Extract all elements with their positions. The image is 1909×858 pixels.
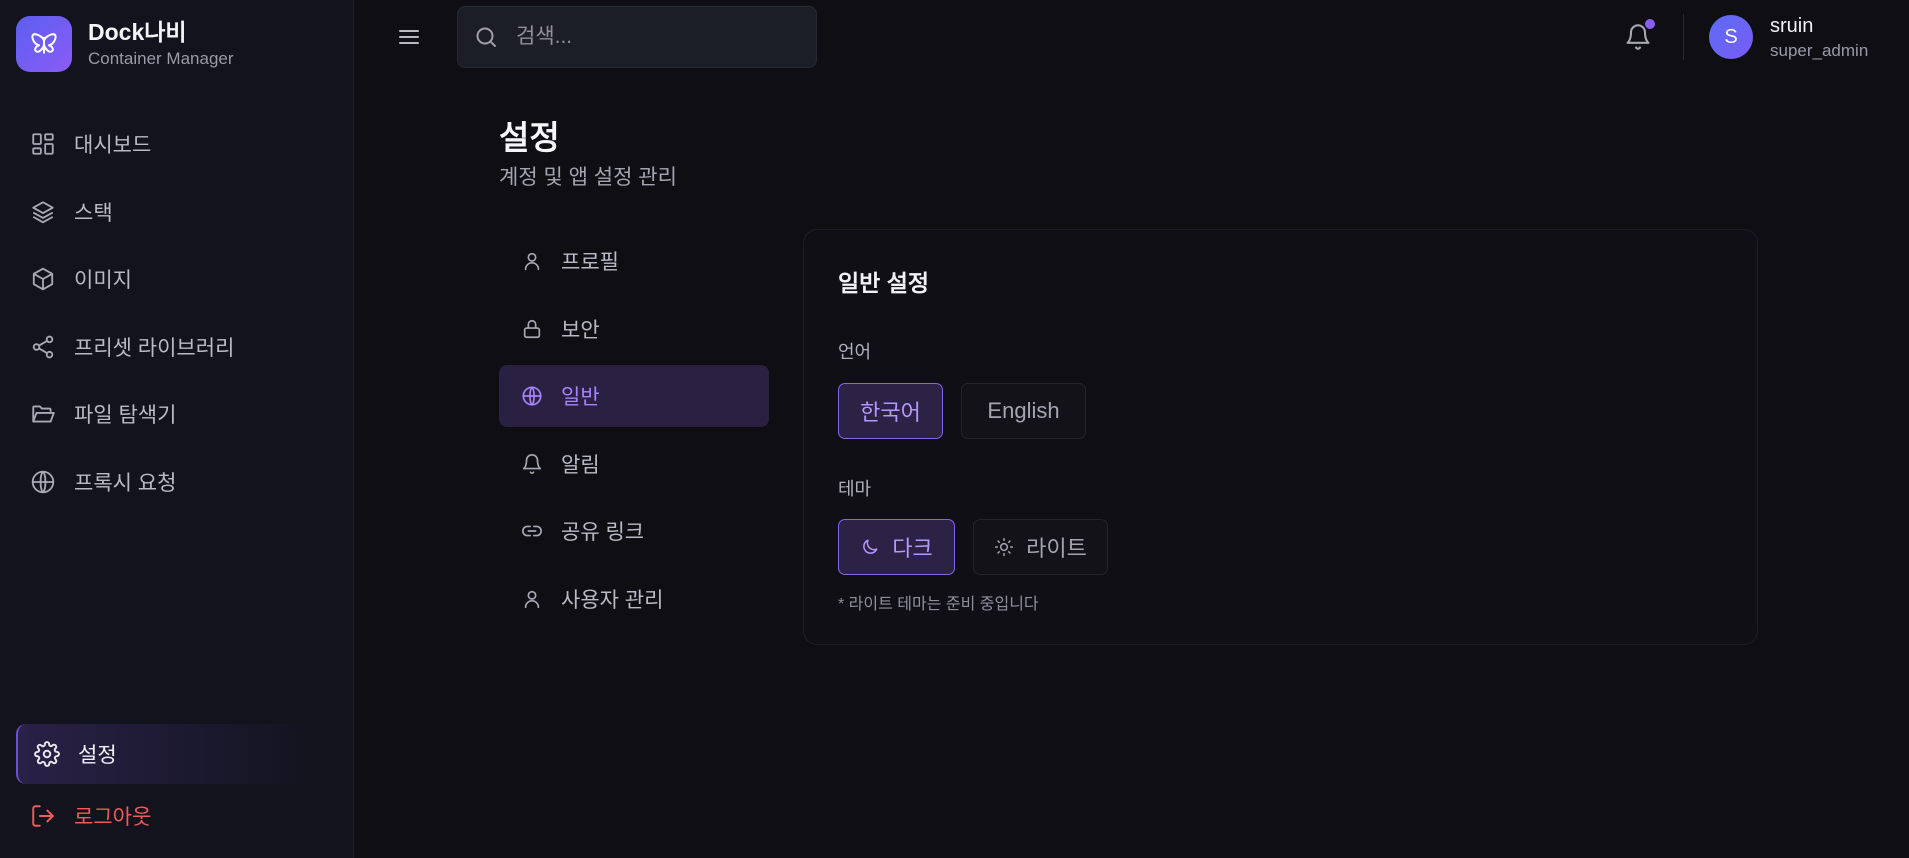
search-icon: [474, 25, 498, 49]
user-name[interactable]: sruin: [1770, 14, 1813, 38]
butterfly-logo-icon: [16, 16, 72, 72]
settings-tab-label: 공유 링크: [561, 521, 645, 544]
sidebar-item-dashboard[interactable]: 대시보드: [16, 114, 336, 174]
menu-toggle-icon[interactable]: [397, 25, 421, 49]
sidebar-item-label: 프리셋 라이브러리: [74, 336, 235, 360]
settings-tab-notifications[interactable]: 알림: [499, 433, 769, 495]
settings-nav: 프로필 보안 일반 알림 공유 링크 사용자 관리: [499, 230, 769, 635]
option-label: 한국어: [860, 400, 921, 425]
link-icon: [521, 520, 543, 542]
settings-tab-label: 일반: [561, 386, 600, 409]
search-input[interactable]: [514, 24, 778, 50]
avatar[interactable]: S: [1709, 15, 1753, 59]
sidebar-nav: 대시보드 스택 이미지 프리셋 라이브러리 파일 탐색기 프록시 요청: [16, 114, 336, 519]
settings-tab-user-management[interactable]: 사용자 관리: [499, 568, 769, 630]
general-settings-card: 일반 설정 언어 한국어 English 테마 다크 라이트 * 라이트 테마는…: [803, 229, 1758, 645]
gear-icon: [34, 741, 60, 767]
card-title: 일반 설정: [838, 270, 930, 296]
bell-icon: [521, 453, 543, 475]
dashboard-grid-icon: [30, 131, 56, 157]
logout-button[interactable]: 로그아웃: [16, 786, 334, 846]
app-subtitle: Container Manager: [88, 49, 234, 68]
settings-tab-share-links[interactable]: 공유 링크: [499, 500, 769, 562]
theme-note: * 라이트 테마는 준비 중입니다: [838, 596, 1039, 613]
settings-tab-label: 프로필: [561, 251, 619, 274]
cube-icon: [30, 266, 56, 292]
user-role: super_admin: [1770, 41, 1869, 60]
share-nodes-icon: [30, 334, 56, 360]
sidebar-item-label: 스택: [74, 201, 113, 225]
user-icon: [521, 250, 543, 272]
language-option-korean[interactable]: 한국어: [838, 383, 943, 439]
page-title: 설정: [499, 119, 560, 156]
search-box[interactable]: [457, 6, 817, 68]
settings-tab-general[interactable]: 일반: [499, 365, 769, 427]
brand[interactable]: Dock나비 Container Manager: [16, 16, 234, 72]
layers-icon: [30, 199, 56, 225]
settings-tab-profile[interactable]: 프로필: [499, 230, 769, 292]
sidebar-item-stacks[interactable]: 스택: [16, 182, 336, 242]
sidebar: Dock나비 Container Manager 대시보드 스택 이미지 프리셋…: [0, 0, 354, 858]
divider: [1683, 14, 1684, 60]
option-label: 라이트: [1026, 536, 1087, 561]
theme-label: 테마: [838, 479, 872, 499]
logout-icon: [30, 803, 56, 829]
sidebar-item-label: 이미지: [74, 269, 132, 292]
language-label: 언어: [838, 342, 872, 362]
notification-dot: [1645, 19, 1655, 29]
sidebar-item-label: 프록시 요청: [74, 471, 177, 495]
sidebar-item-proxy-requests[interactable]: 프록시 요청: [16, 452, 336, 512]
logout-label: 로그아웃: [74, 806, 152, 829]
user-icon: [521, 588, 543, 610]
sidebar-item-images[interactable]: 이미지: [16, 249, 336, 309]
folder-open-icon: [30, 401, 56, 427]
app-name: Dock나비: [88, 19, 187, 45]
settings-tab-label: 알림: [561, 453, 600, 477]
settings-tab-label: 보안: [561, 318, 600, 342]
settings-tab-label: 사용자 관리: [561, 588, 664, 612]
topbar: S sruin super_admin: [353, 0, 1909, 74]
sidebar-item-preset-library[interactable]: 프리셋 라이브러리: [16, 317, 336, 377]
globe-icon: [521, 385, 543, 407]
page-subtitle: 계정 및 앱 설정 관리: [499, 166, 677, 189]
sidebar-item-settings[interactable]: 설정: [16, 724, 334, 784]
sun-icon: [994, 537, 1014, 557]
option-label: 다크: [892, 536, 933, 561]
option-label: English: [987, 398, 1060, 423]
language-option-english[interactable]: English: [961, 383, 1086, 439]
sidebar-item-label: 설정: [78, 744, 117, 767]
theme-option-light[interactable]: 라이트: [973, 519, 1108, 575]
theme-option-dark[interactable]: 다크: [838, 519, 955, 575]
lock-icon: [521, 318, 543, 340]
settings-tab-security[interactable]: 보안: [499, 298, 769, 360]
sidebar-item-file-explorer[interactable]: 파일 탐색기: [16, 384, 336, 444]
globe-icon: [30, 469, 56, 495]
moon-icon: [860, 537, 880, 557]
sidebar-item-label: 파일 탐색기: [74, 404, 177, 427]
sidebar-item-label: 대시보드: [74, 134, 152, 157]
